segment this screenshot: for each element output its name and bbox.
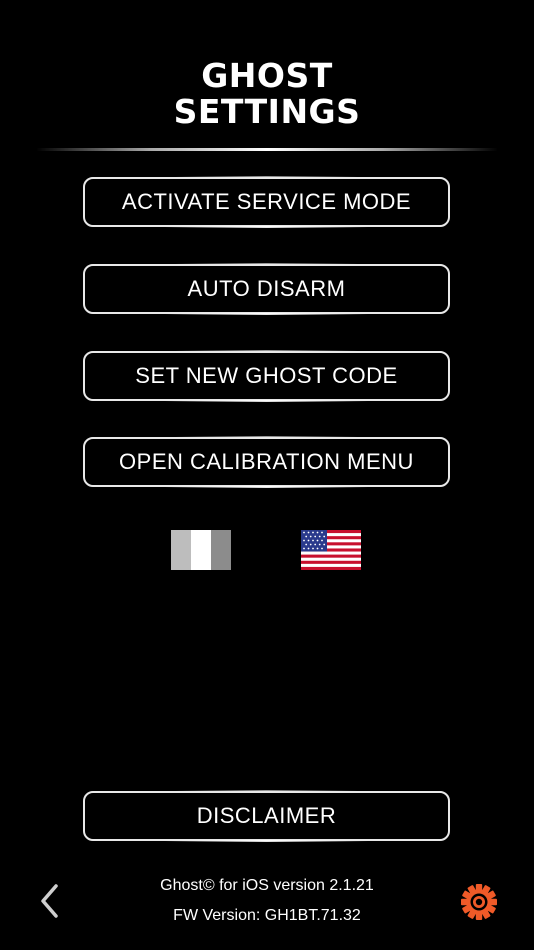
title-line-1: GHOST: [201, 56, 333, 95]
button-label: DISCLAIMER: [196, 803, 337, 828]
usa-flag-icon[interactable]: [301, 530, 361, 570]
disclaimer-button[interactable]: DISCLAIMER: [83, 790, 450, 842]
activate-service-mode-button[interactable]: ACTIVATE SERVICE MODE: [83, 176, 450, 228]
open-calibration-menu-button[interactable]: OPEN CALIBRATION MENU: [83, 436, 450, 488]
header-divider: [36, 148, 498, 151]
app-version-text: Ghost© for iOS version 2.1.21: [160, 877, 374, 894]
button-label: ACTIVATE SERVICE MODE: [121, 189, 412, 214]
button-label: AUTO DISARM: [187, 276, 346, 301]
title-line-2: SETTINGS: [173, 92, 361, 131]
firmware-version-text: FW Version: GH1BT.71.32: [173, 907, 361, 924]
auto-disarm-button[interactable]: AUTO DISARM: [83, 263, 450, 315]
button-label: OPEN CALIBRATION MENU: [119, 449, 414, 474]
italy-flag-icon[interactable]: [171, 530, 231, 570]
page-title: GHOST SETTINGS: [0, 58, 534, 130]
button-label: SET NEW GHOST CODE: [135, 363, 398, 388]
gear-icon[interactable]: [459, 882, 499, 922]
chevron-left-icon[interactable]: [36, 881, 68, 921]
set-new-ghost-code-button[interactable]: SET NEW GHOST CODE: [83, 350, 450, 402]
